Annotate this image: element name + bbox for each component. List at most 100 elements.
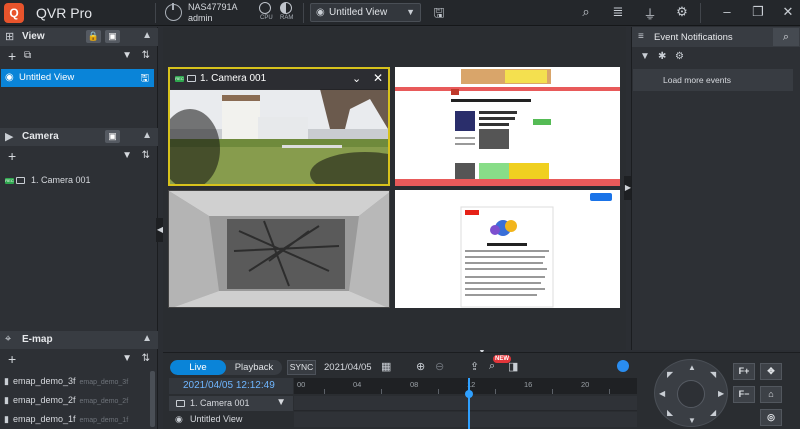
- ptz-center-button[interactable]: [677, 380, 705, 408]
- search-icon[interactable]: ⌕: [773, 28, 799, 46]
- playback-button[interactable]: Playback: [226, 360, 282, 375]
- ruler-tick: [381, 389, 382, 394]
- home-icon[interactable]: ⌂: [760, 386, 782, 403]
- ptz-up-icon[interactable]: ▲: [688, 363, 696, 372]
- calendar-icon[interactable]: ▦: [381, 360, 391, 373]
- map-icon: ▮: [4, 414, 9, 424]
- zoom-out-icon[interactable]: ⊖: [435, 360, 444, 373]
- view-section-header[interactable]: ⊞ View 🔒 ▣ ▲: [0, 28, 158, 46]
- ptz-left-icon[interactable]: ◀: [659, 389, 665, 398]
- filter-icon[interactable]: ▼: [640, 51, 650, 62]
- web-tile[interactable]: [395, 67, 620, 186]
- eye-icon: ◉: [5, 72, 14, 83]
- iris-icon[interactable]: ◎: [760, 409, 782, 426]
- camera-section-header[interactable]: ▶ Camera ▣ ▲: [0, 128, 158, 146]
- collapse-icon[interactable]: ▲: [142, 130, 152, 141]
- search-icon[interactable]: ⌕: [577, 4, 595, 20]
- minimize-icon[interactable]: –: [718, 4, 736, 19]
- web-page-preview: [395, 67, 620, 186]
- eye-icon: ◉: [175, 414, 183, 424]
- layout-icon[interactable]: ▣: [105, 130, 120, 143]
- ptz-down-left-icon[interactable]: ◣: [667, 408, 673, 417]
- power-icon[interactable]: [165, 3, 182, 21]
- ruler-tick: [552, 389, 553, 394]
- filter-icon[interactable]: ▼: [276, 397, 286, 408]
- collapse-icon[interactable]: ▲: [142, 30, 152, 41]
- maximize-icon[interactable]: ❐: [749, 4, 767, 20]
- ptz-up-left-icon[interactable]: ◤: [667, 370, 673, 379]
- playhead[interactable]: [468, 378, 470, 429]
- timeline-track[interactable]: [294, 412, 637, 427]
- ruler-tick: [495, 389, 496, 394]
- sort-icon[interactable]: ⇅: [142, 50, 150, 61]
- focus-minus-button[interactable]: F−: [733, 386, 755, 403]
- bookmark-icon[interactable]: ◨: [508, 360, 518, 373]
- timeline-row-camera[interactable]: 1. Camera 001 ▼: [169, 396, 293, 411]
- ruler-tick-label: 04: [353, 380, 362, 389]
- collapse-icon[interactable]: ▲: [142, 333, 152, 344]
- sort-icon[interactable]: ⇅: [142, 353, 150, 364]
- ptz-control[interactable]: ▲ ▼ ◀ ▶ ◤ ◥ ◣ ◢: [654, 359, 728, 427]
- qvr-pro-window: Q QVR Pro NAS47791A admin CPU RAM ◉ Unti…: [0, 0, 800, 429]
- sync-button[interactable]: SYNC: [287, 360, 316, 375]
- filter-icon[interactable]: ▼: [122, 150, 132, 161]
- filter-icon[interactable]: ▼: [122, 353, 132, 364]
- playhead-handle[interactable]: [465, 390, 473, 398]
- view-select[interactable]: ◉ Untitled View ▼: [310, 3, 421, 22]
- top-bar: Q QVR Pro NAS47791A admin CPU RAM ◉ Unti…: [0, 0, 800, 26]
- view-section-title: View: [22, 31, 45, 42]
- emap-item[interactable]: ▮ emap_demo_2f emap_demo_2f: [4, 395, 128, 406]
- ruler-tick-label: 00: [297, 380, 306, 389]
- camera-item[interactable]: REC 1. Camera 001: [5, 174, 155, 188]
- zoom-in-icon[interactable]: ⊕: [416, 360, 425, 373]
- add-emap-icon[interactable]: +: [8, 351, 16, 367]
- live-button[interactable]: Live: [170, 360, 226, 375]
- emap-section-header[interactable]: ⌖ E-map ▲: [0, 331, 158, 349]
- ptz-down-icon[interactable]: ▼: [688, 416, 696, 425]
- camera-tile[interactable]: [168, 190, 390, 308]
- stack-icon[interactable]: ≣: [609, 4, 627, 20]
- scrollbar[interactable]: [150, 371, 155, 427]
- divider: [700, 3, 701, 23]
- emap-item[interactable]: ▮ emap_demo_1f emap_demo_1f: [4, 414, 128, 425]
- close-icon[interactable]: ✕: [779, 4, 797, 20]
- filter-icon[interactable]: ▼: [122, 50, 132, 61]
- chevron-down-icon[interactable]: ⌄: [352, 72, 361, 85]
- rec-badge: REC: [175, 76, 184, 82]
- globe-icon[interactable]: [617, 360, 629, 372]
- export-icon[interactable]: ⇪: [470, 360, 479, 373]
- view-item-untitled[interactable]: ◉ Untitled View 🖫: [1, 69, 154, 87]
- bell-icon[interactable]: ⏚: [641, 4, 659, 23]
- eye-icon: ◉: [316, 7, 325, 18]
- add-view-icon[interactable]: +: [8, 48, 16, 64]
- emap-item-label: emap_demo_2f: [12, 395, 76, 405]
- lock-icon[interactable]: 🔒: [86, 30, 101, 43]
- sort-icon[interactable]: ⇅: [142, 150, 150, 161]
- focus-plus-button[interactable]: F+: [733, 363, 755, 380]
- timeline-row-view[interactable]: ◉ Untitled View: [169, 412, 293, 427]
- camera-icon: [187, 75, 196, 82]
- ptz-down-right-icon[interactable]: ◢: [710, 408, 716, 417]
- app-logo-icon: Q: [4, 3, 24, 23]
- close-icon[interactable]: ✕: [373, 71, 383, 85]
- timeline-panel: Live Playback SYNC 2021/04/05 ▦ ⊕ ⊖ ⇪ ⌕ …: [163, 352, 800, 429]
- save-view-icon[interactable]: 🖫: [430, 4, 448, 26]
- ptz-right-icon[interactable]: ▶: [718, 389, 724, 398]
- rec-badge: REC: [5, 178, 14, 184]
- add-camera-icon[interactable]: +: [8, 148, 16, 164]
- preset-icon[interactable]: ✥: [760, 363, 782, 380]
- emap-item[interactable]: ▮ emap_demo_3f emap_demo_3f: [4, 376, 128, 387]
- settings-icon[interactable]: ⚙: [675, 51, 684, 62]
- view-toolbar: + ⧉ ▼ ⇅: [0, 48, 158, 66]
- save-icon[interactable]: 🖫: [140, 71, 149, 88]
- load-more-events-button[interactable]: Load more events: [633, 69, 793, 91]
- web-tile[interactable]: [395, 190, 620, 308]
- camera-tile-selected[interactable]: REC 1. Camera 001 ⌄ ✕: [168, 67, 390, 186]
- add-layout-icon[interactable]: ⧉: [24, 50, 31, 61]
- settings-icon[interactable]: ⚙: [673, 4, 691, 20]
- layout-icon[interactable]: ▣: [105, 30, 120, 43]
- timeline-track[interactable]: [294, 396, 637, 411]
- camera-icon: [176, 400, 185, 407]
- clear-icon[interactable]: ✱: [658, 51, 666, 62]
- ptz-up-right-icon[interactable]: ◥: [710, 370, 716, 379]
